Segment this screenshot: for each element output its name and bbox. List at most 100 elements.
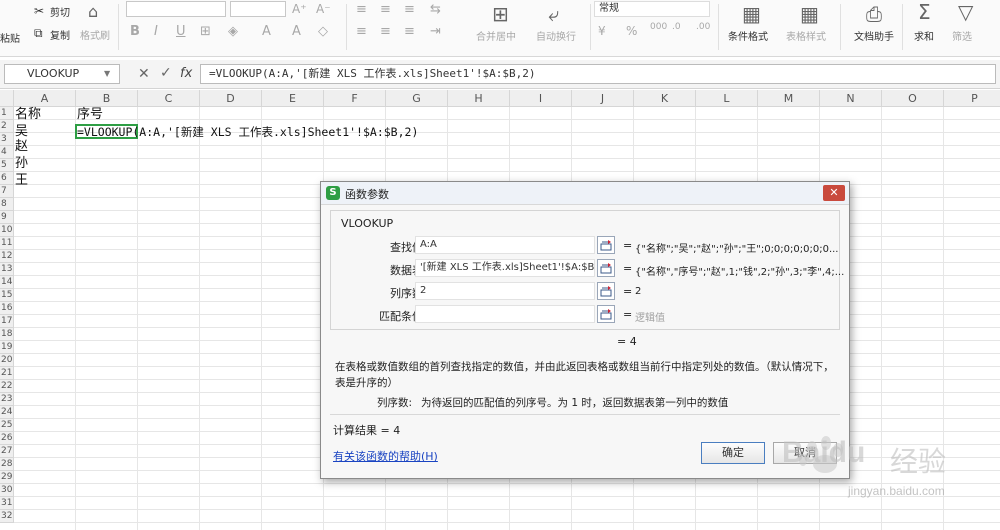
cell-a1[interactable]: 名称	[15, 108, 41, 122]
column-header[interactable]: H	[448, 90, 510, 107]
row-header[interactable]: 16	[0, 302, 14, 315]
table-style-button[interactable]: 表格样式	[786, 28, 826, 43]
cell-a5[interactable]: 王	[15, 174, 28, 188]
insert-function-icon[interactable]: fx	[180, 66, 192, 81]
font-shrink-icon[interactable]: A⁻	[316, 2, 331, 16]
column-header[interactable]: D	[200, 90, 262, 107]
ok-button[interactable]: 确定	[701, 442, 765, 464]
collapse-dialog-button[interactable]	[597, 282, 615, 300]
row-header[interactable]: 3	[0, 133, 14, 146]
row-header[interactable]: 31	[0, 497, 14, 510]
column-header[interactable]: J	[572, 90, 634, 107]
cell-b1[interactable]: 序号	[77, 108, 103, 122]
row-header[interactable]: 15	[0, 289, 14, 302]
bold-button[interactable]: B	[130, 24, 140, 39]
align-top-icon[interactable]: ≡	[356, 2, 367, 17]
row-header[interactable]: 2	[0, 120, 14, 133]
row-header[interactable]: 25	[0, 419, 14, 432]
column-header[interactable]: A	[14, 90, 76, 107]
font-name-select[interactable]	[126, 1, 226, 17]
row-header[interactable]: 18	[0, 328, 14, 341]
row-header[interactable]: 20	[0, 354, 14, 367]
format-painter-button[interactable]: 格式刷	[80, 27, 110, 42]
underline-button[interactable]: U	[176, 24, 186, 39]
cell-a2[interactable]: 吴	[15, 125, 28, 139]
param-input-col-index[interactable]: 2	[415, 282, 595, 300]
column-header[interactable]: L	[696, 90, 758, 107]
collapse-dialog-button[interactable]	[597, 305, 615, 323]
font-grow-icon[interactable]: A⁺	[292, 2, 307, 16]
align-bottom-icon[interactable]: ≡	[404, 2, 415, 17]
percent-button[interactable]: %	[626, 24, 637, 38]
column-header[interactable]: O	[882, 90, 944, 107]
row-header[interactable]: 26	[0, 432, 14, 445]
name-box[interactable]: VLOOKUP	[4, 64, 120, 84]
column-header[interactable]: B	[76, 90, 138, 107]
italic-button[interactable]: I	[154, 24, 158, 39]
row-header[interactable]: 21	[0, 367, 14, 380]
row-header[interactable]: 7	[0, 185, 14, 198]
row-header[interactable]: 13	[0, 263, 14, 276]
row-header[interactable]: 30	[0, 484, 14, 497]
row-header[interactable]: 32	[0, 510, 14, 523]
cell-a3[interactable]: 赵	[15, 140, 28, 154]
cell-a4[interactable]: 孙	[15, 157, 28, 171]
param-input-lookup-value[interactable]: A:A	[415, 236, 595, 254]
dialog-titlebar[interactable]: S 函数参数 ✕	[321, 182, 849, 205]
function-help-link[interactable]: 有关该函数的帮助(H)	[333, 448, 438, 464]
column-header[interactable]: M	[758, 90, 820, 107]
column-header[interactable]: K	[634, 90, 696, 107]
doc-helper-button[interactable]: 文档助手	[854, 28, 894, 43]
merge-center-button[interactable]: 合并居中	[476, 28, 516, 43]
enter-icon[interactable]: ✓	[160, 65, 172, 81]
indent-icon[interactable]: ⇥	[430, 24, 441, 39]
font-color-icon[interactable]: A	[262, 24, 271, 39]
row-header[interactable]: 14	[0, 276, 14, 289]
column-header[interactable]: C	[138, 90, 200, 107]
cell-b2[interactable]: =VLOOKUP(A:A,'[新建 XLS 工作表.xls]Sheet1'!$A…	[77, 125, 418, 139]
column-header[interactable]: E	[262, 90, 324, 107]
row-header[interactable]: 27	[0, 445, 14, 458]
orientation-icon[interactable]: ⇆	[430, 2, 441, 17]
row-header[interactable]: 23	[0, 393, 14, 406]
row-header[interactable]: 11	[0, 237, 14, 250]
copy-button[interactable]: 复制	[50, 27, 70, 42]
select-all-corner[interactable]	[0, 90, 14, 107]
font-color-icon-2[interactable]: A	[292, 24, 301, 39]
sum-button[interactable]: 求和	[914, 28, 934, 43]
column-header[interactable]: P	[944, 90, 1000, 107]
param-input-table-array[interactable]: '[新建 XLS 工作表.xls]Sheet1'!$A:$B	[415, 259, 595, 277]
align-center-icon[interactable]: ≡	[380, 24, 391, 39]
row-header[interactable]: 5	[0, 159, 14, 172]
font-size-select[interactable]	[230, 1, 286, 17]
column-header[interactable]: G	[386, 90, 448, 107]
collapse-dialog-button[interactable]	[597, 236, 615, 254]
column-header[interactable]: I	[510, 90, 572, 107]
param-input-range-lookup[interactable]	[415, 305, 595, 323]
clear-format-icon[interactable]: ◇	[318, 24, 328, 39]
formula-input[interactable]: =VLOOKUP(A:A,'[新建 XLS 工作表.xls]Sheet1'!$A…	[200, 64, 996, 84]
row-header[interactable]: 1	[0, 107, 14, 120]
paste-button[interactable]: 粘贴	[0, 30, 20, 45]
wrap-text-button[interactable]: 自动换行	[536, 28, 576, 43]
number-format-select[interactable]: 常规	[594, 1, 710, 17]
row-header[interactable]: 19	[0, 341, 14, 354]
align-right-icon[interactable]: ≡	[404, 24, 415, 39]
column-header[interactable]: N	[820, 90, 882, 107]
align-middle-icon[interactable]: ≡	[380, 2, 391, 17]
row-header[interactable]: 24	[0, 406, 14, 419]
row-header[interactable]: 8	[0, 198, 14, 211]
currency-button[interactable]: ¥	[598, 24, 606, 38]
fill-color-icon[interactable]: ◈	[228, 24, 238, 39]
row-header[interactable]: 29	[0, 471, 14, 484]
row-header[interactable]: 4	[0, 146, 14, 159]
collapse-dialog-button[interactable]	[597, 259, 615, 277]
filter-button[interactable]: 筛选	[952, 28, 972, 43]
conditional-format-button[interactable]: 条件格式	[728, 28, 768, 43]
cut-button[interactable]: 剪切	[50, 4, 70, 19]
row-header[interactable]: 10	[0, 224, 14, 237]
row-header[interactable]: 22	[0, 380, 14, 393]
row-header[interactable]: 9	[0, 211, 14, 224]
decrease-decimal-icon[interactable]: .00	[696, 22, 710, 32]
increase-decimal-icon[interactable]: .0	[672, 22, 681, 32]
